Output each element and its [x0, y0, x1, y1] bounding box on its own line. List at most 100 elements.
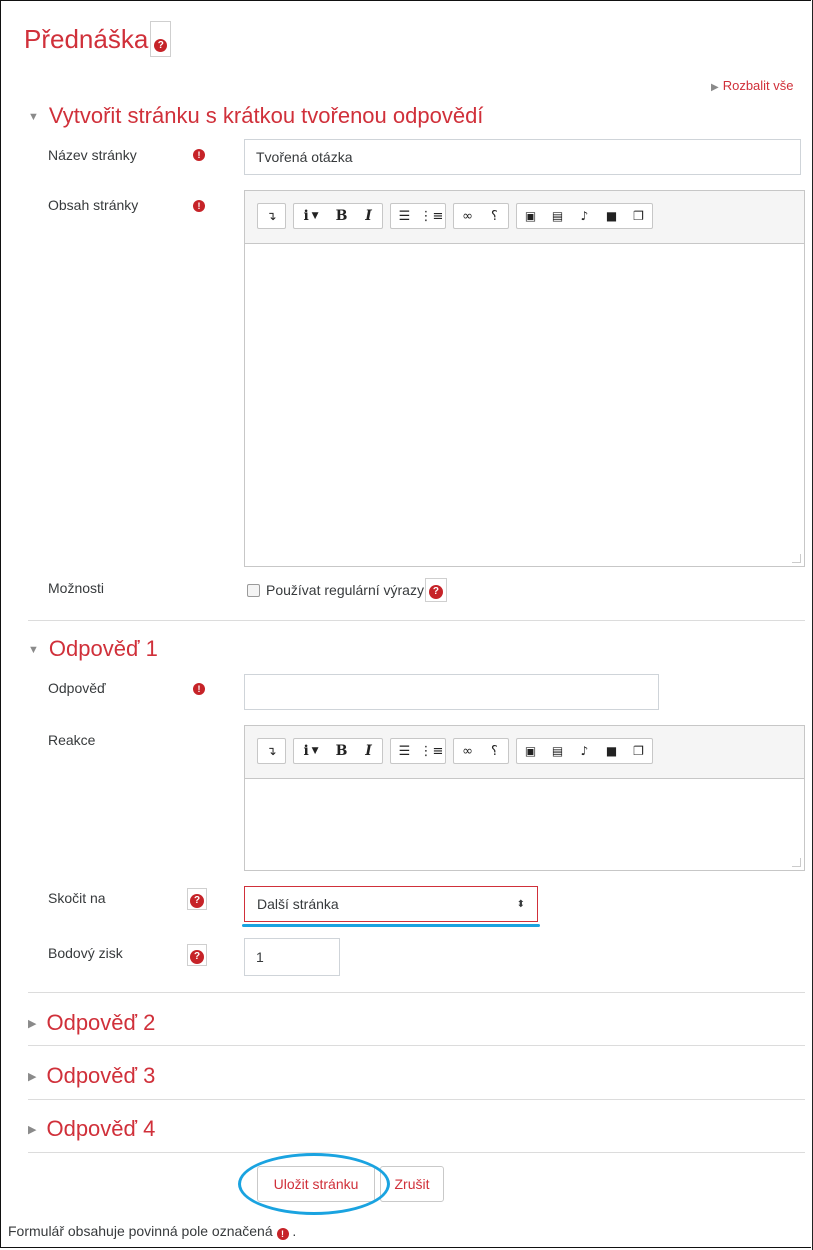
- sort-arrows-icon: ⬍: [516, 898, 525, 910]
- italic-style-icon[interactable]: i ▼: [294, 739, 328, 763]
- record-video-icon[interactable]: ■: [598, 204, 625, 228]
- page-name-input[interactable]: Tvořená otázka: [244, 139, 801, 175]
- section-main-heading: Vytvořit stránku s krátkou tvořenou odpo…: [48, 103, 484, 128]
- unlink-icon[interactable]: ⸮: [481, 739, 508, 763]
- section-answer2-heading: Odpověď 2: [46, 1010, 156, 1035]
- editor-toolbar: ↴ i ▼ B I ☰ ⋮≡ ∞ ⸮ ▣ ▤ ♪ ■ ❐: [257, 203, 660, 229]
- page-content-editor: ↴ i ▼ B I ☰ ⋮≡ ∞ ⸮ ▣ ▤ ♪ ■ ❐: [244, 190, 805, 567]
- manage-files-icon[interactable]: ❐: [625, 204, 652, 228]
- regex-checkbox-label: Používat regulární výrazy: [266, 582, 424, 598]
- unordered-list-icon[interactable]: ☰: [391, 204, 418, 228]
- image-icon[interactable]: ▣: [517, 204, 544, 228]
- highlight-underline: [242, 924, 540, 927]
- collapse-icon[interactable]: ↴: [258, 739, 285, 763]
- link-icon[interactable]: ∞: [454, 739, 481, 763]
- divider: [28, 1099, 805, 1100]
- required-icon: !: [276, 1228, 289, 1240]
- unordered-list-icon[interactable]: ☰: [391, 739, 418, 763]
- toolbar-group: ☰ ⋮≡: [390, 738, 446, 764]
- toolbar-group: i ▼ B I: [293, 203, 383, 229]
- ordered-list-icon[interactable]: ⋮≡: [418, 739, 445, 763]
- manage-files-icon[interactable]: ❐: [625, 739, 652, 763]
- window-frame: [0, 0, 811, 1248]
- required-fields-text: Formulář obsahuje povinná pole označená: [8, 1223, 273, 1239]
- expand-all-label: Rozbalit vše: [722, 78, 794, 93]
- section-answer4-heading: Odpověď 4: [46, 1116, 156, 1141]
- title-help-button[interactable]: ?: [150, 21, 172, 57]
- jump-select-value: Další stránka: [257, 896, 339, 912]
- divider: [28, 1152, 805, 1153]
- editor-toolbar: ↴ i ▼ B I ☰ ⋮≡ ∞ ⸮ ▣ ▤ ♪ ■ ❐: [257, 738, 660, 764]
- required-icon: !: [193, 145, 205, 163]
- required-icon: !: [193, 679, 205, 697]
- section-answer1-heading: Odpověď 1: [48, 636, 158, 661]
- page-title: Přednáška?: [24, 21, 172, 57]
- triangle-down-icon: ▼: [28, 111, 39, 123]
- triangle-right-icon: ▶: [28, 1018, 37, 1030]
- triangle-right-icon: ▶: [28, 1071, 37, 1083]
- footer-period: .: [292, 1223, 297, 1239]
- unlink-icon[interactable]: ⸮: [481, 204, 508, 228]
- required-fields-note: Formulář obsahuje povinná pole označená …: [8, 1223, 296, 1240]
- italic-icon[interactable]: I: [355, 739, 382, 763]
- bold-icon[interactable]: B: [328, 204, 355, 228]
- options-label: Možnosti: [48, 580, 105, 596]
- help-icon: ?: [190, 894, 204, 908]
- regex-checkbox[interactable]: [247, 583, 260, 597]
- bold-icon[interactable]: B: [328, 739, 355, 763]
- toolbar-group: ☰ ⋮≡: [390, 203, 446, 229]
- toolbar-group: ▣ ▤ ♪ ■ ❐: [516, 203, 653, 229]
- help-icon: ?: [190, 950, 204, 964]
- section-answer2-header[interactable]: ▶ Odpověď 2: [28, 1010, 155, 1036]
- toolbar-group: ∞ ⸮: [453, 738, 509, 764]
- feedback-label: Reakce: [48, 732, 96, 748]
- page-content-label: Obsah stránky: [48, 197, 139, 213]
- section-answer3-heading: Odpověď 3: [46, 1063, 156, 1088]
- divider: [28, 620, 805, 621]
- help-icon: ?: [154, 39, 168, 52]
- jump-select[interactable]: Další stránka ⬍: [244, 886, 538, 922]
- collapse-icon[interactable]: ↴: [258, 204, 285, 228]
- triangle-down-icon: ▼: [28, 644, 39, 656]
- score-help-button[interactable]: ?: [187, 944, 207, 966]
- section-answer1-header[interactable]: ▼ Odpověď 1: [28, 636, 158, 662]
- toolbar-group: ∞ ⸮: [453, 203, 509, 229]
- italic-style-icon[interactable]: i ▼: [294, 204, 328, 228]
- italic-icon[interactable]: I: [355, 204, 382, 228]
- resize-handle[interactable]: [792, 554, 801, 563]
- feedback-editor: ↴ i ▼ B I ☰ ⋮≡ ∞ ⸮ ▣ ▤ ♪ ■ ❐: [244, 725, 805, 871]
- link-icon[interactable]: ∞: [454, 204, 481, 228]
- score-input[interactable]: 1: [244, 938, 340, 976]
- record-video-icon[interactable]: ■: [598, 739, 625, 763]
- section-answer3-header[interactable]: ▶ Odpověď 3: [28, 1063, 155, 1089]
- page-title-text: Přednáška: [24, 24, 149, 54]
- section-answer4-header[interactable]: ▶ Odpověď 4: [28, 1116, 155, 1142]
- jump-help-button[interactable]: ?: [187, 888, 207, 910]
- triangle-right-icon: ▶: [28, 1124, 37, 1136]
- expand-all-link[interactable]: ▶ Rozbalit vše: [711, 78, 794, 93]
- page-content-textarea[interactable]: [245, 243, 804, 566]
- regex-option: Používat regulární výrazy ?: [247, 578, 447, 602]
- toolbar-group: ↴: [257, 738, 286, 764]
- record-audio-icon[interactable]: ♪: [571, 739, 598, 763]
- feedback-textarea[interactable]: [245, 778, 804, 870]
- page-name-label: Název stránky: [48, 147, 137, 163]
- record-audio-icon[interactable]: ♪: [571, 204, 598, 228]
- media-icon[interactable]: ▤: [544, 204, 571, 228]
- section-main-header[interactable]: ▼ Vytvořit stránku s krátkou tvořenou odp…: [28, 103, 483, 129]
- toolbar-group: ↴: [257, 203, 286, 229]
- divider: [28, 1045, 805, 1046]
- media-icon[interactable]: ▤: [544, 739, 571, 763]
- image-icon[interactable]: ▣: [517, 739, 544, 763]
- help-icon: ?: [428, 585, 443, 599]
- answer-input[interactable]: [244, 674, 659, 710]
- toolbar-group: i ▼ B I: [293, 738, 383, 764]
- required-icon: !: [193, 196, 205, 214]
- highlight-ellipse: [238, 1153, 390, 1215]
- resize-handle[interactable]: [792, 858, 801, 867]
- triangle-right-icon: ▶: [711, 82, 719, 93]
- score-label: Bodový zisk: [48, 945, 123, 961]
- divider: [28, 992, 805, 993]
- ordered-list-icon[interactable]: ⋮≡: [418, 204, 445, 228]
- regex-help-button[interactable]: ?: [424, 578, 447, 602]
